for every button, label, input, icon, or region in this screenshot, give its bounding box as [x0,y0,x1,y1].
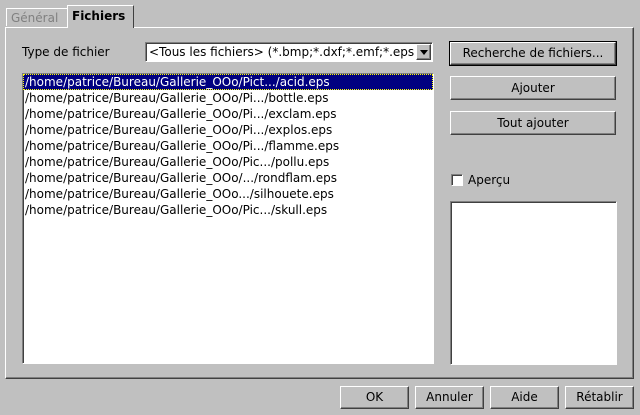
file-type-select[interactable]: <Tous les fichiers> (*.bmp;*.dxf;*.emf;*… [145,42,433,62]
triangle-down-icon [420,50,428,55]
help-button[interactable]: Aide [490,386,559,409]
list-item[interactable]: /home/patrice/Bureau/Gallerie_OOo/.../ro… [23,170,433,186]
add-all-button[interactable]: Tout ajouter [450,111,616,135]
file-type-value: <Tous les fichiers> (*.bmp;*.dxf;*.emf;*… [149,45,415,59]
tab-general-label: Général [11,11,59,25]
list-item[interactable]: /home/patrice/Bureau/Gallerie_OOo/Pict..… [23,74,433,90]
reset-button[interactable]: Rétablir [565,386,634,409]
search-files-button[interactable]: Recherche de fichiers... [449,41,617,66]
tab-fichiers-label: Fichiers [72,9,126,23]
list-item[interactable]: /home/patrice/Bureau/Gallerie_OOo/Pi.../… [23,106,433,122]
preview-checkbox[interactable] [451,174,463,186]
list-item[interactable]: /home/patrice/Bureau/Gallerie_OOo/Pic...… [23,154,433,170]
file-type-label: Type de fichier [22,45,110,59]
list-item[interactable]: /home/patrice/Bureau/Gallerie_OOo/Pi.../… [23,138,433,154]
tab-general[interactable]: Général [6,8,68,26]
preview-area [450,201,617,365]
list-item[interactable]: /home/patrice/Bureau/Gallerie_OOo.../sil… [23,186,433,202]
list-item[interactable]: /home/patrice/Bureau/Gallerie_OOo/Pi.../… [23,90,433,106]
preview-label: Aperçu [468,173,511,187]
list-item[interactable]: /home/patrice/Bureau/Gallerie_OOo/Pic...… [23,202,433,218]
cancel-button[interactable]: Annuler [415,386,484,409]
ok-button[interactable]: OK [340,386,409,409]
list-item[interactable]: /home/patrice/Bureau/Gallerie_OOo/Pi.../… [23,122,433,138]
dropdown-button[interactable] [416,44,431,60]
add-button[interactable]: Ajouter [450,76,616,100]
tab-fichiers[interactable]: Fichiers [67,5,134,28]
file-list[interactable]: /home/patrice/Bureau/Gallerie_OOo/Pict..… [22,73,434,364]
